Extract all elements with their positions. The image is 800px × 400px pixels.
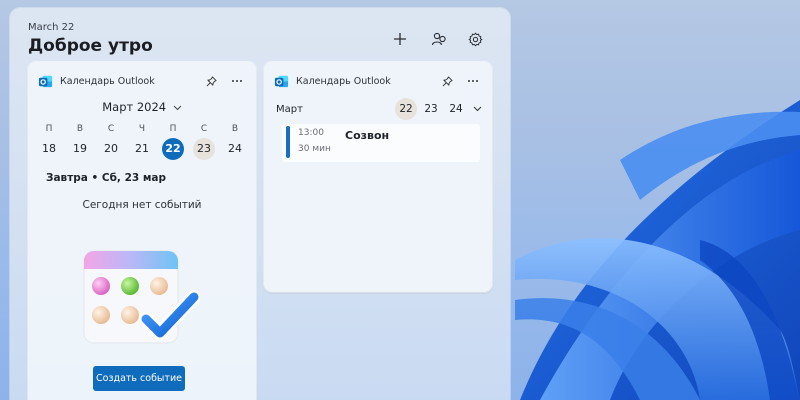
widget-title: Календарь Outlook bbox=[296, 75, 391, 87]
month-selector-label: Март 2024 bbox=[102, 100, 167, 114]
widget-header: Календарь Outlook bbox=[274, 72, 482, 90]
day-18[interactable]: 18 bbox=[38, 138, 60, 160]
weekday-name: Ч bbox=[138, 124, 146, 134]
outlook-calendar-widget-month: Календарь Outlook Март 2024 П В С Ч П С … bbox=[28, 62, 256, 400]
chevron-down-icon[interactable] bbox=[473, 106, 482, 112]
event-title: Созвон bbox=[345, 129, 390, 142]
agenda-month-label: Март bbox=[276, 104, 303, 115]
weekday-name: С bbox=[200, 124, 208, 134]
people-button[interactable] bbox=[426, 26, 452, 52]
outlook-calendar-widget-agenda: Календарь Outlook Март 22 23 24 13:00 30… bbox=[264, 62, 492, 292]
more-icon bbox=[468, 80, 478, 82]
pin-button[interactable] bbox=[202, 72, 220, 90]
weekday-name: С bbox=[107, 124, 115, 134]
date-label: March 22 bbox=[28, 22, 75, 33]
day-22-today[interactable]: 22 bbox=[162, 138, 184, 160]
day-20[interactable]: 20 bbox=[100, 138, 122, 160]
empty-calendar-illustration bbox=[83, 250, 200, 344]
no-events-text: Сегодня нет событий bbox=[82, 199, 202, 211]
agenda-day-strip: 22 23 24 bbox=[392, 98, 482, 120]
weekday-names-row: П В С Ч П С В bbox=[36, 124, 248, 134]
widget-header: Календарь Outlook bbox=[38, 72, 246, 90]
more-options-button[interactable] bbox=[464, 72, 482, 90]
agenda-day-23[interactable]: 23 bbox=[420, 98, 442, 120]
pin-icon bbox=[442, 75, 453, 86]
day-21[interactable]: 21 bbox=[131, 138, 153, 160]
agenda-day-22-selected[interactable]: 22 bbox=[395, 98, 417, 120]
event-item[interactable]: 13:00 30 мин Созвон bbox=[282, 124, 480, 162]
gear-icon bbox=[467, 32, 483, 46]
event-duration: 30 мин bbox=[298, 144, 331, 154]
settings-button[interactable] bbox=[462, 26, 488, 52]
weekday-name: В bbox=[231, 124, 239, 134]
plus-icon bbox=[394, 33, 406, 45]
pin-icon bbox=[206, 75, 217, 86]
chevron-down-icon bbox=[173, 105, 182, 110]
weekday-name: П bbox=[169, 124, 177, 134]
more-options-button[interactable] bbox=[228, 72, 246, 90]
event-time: 13:00 bbox=[298, 128, 324, 138]
day-23-selected[interactable]: 23 bbox=[193, 138, 215, 160]
more-icon bbox=[232, 80, 242, 82]
month-selector[interactable]: Март 2024 bbox=[28, 100, 256, 114]
outlook-icon bbox=[38, 75, 53, 87]
day-19[interactable]: 19 bbox=[69, 138, 91, 160]
weekday-name: В bbox=[76, 124, 84, 134]
add-widget-button[interactable] bbox=[387, 26, 413, 52]
people-icon bbox=[431, 32, 446, 46]
pin-button[interactable] bbox=[438, 72, 456, 90]
event-color-bar bbox=[286, 126, 290, 158]
greeting-title: Доброе утро bbox=[28, 36, 153, 56]
widgets-board: March 22 Доброе утро Календарь Outlook М… bbox=[10, 8, 510, 400]
widget-title: Календарь Outlook bbox=[60, 75, 155, 87]
tomorrow-heading: Завтра • Сб, 23 мар bbox=[46, 172, 167, 184]
week-days-row: 18 19 20 21 22 23 24 bbox=[36, 138, 248, 160]
day-24[interactable]: 24 bbox=[224, 138, 246, 160]
weekday-name: П bbox=[45, 124, 53, 134]
outlook-icon bbox=[274, 75, 289, 87]
create-event-button[interactable]: Создать событие bbox=[93, 366, 185, 391]
agenda-day-24[interactable]: 24 bbox=[445, 98, 467, 120]
